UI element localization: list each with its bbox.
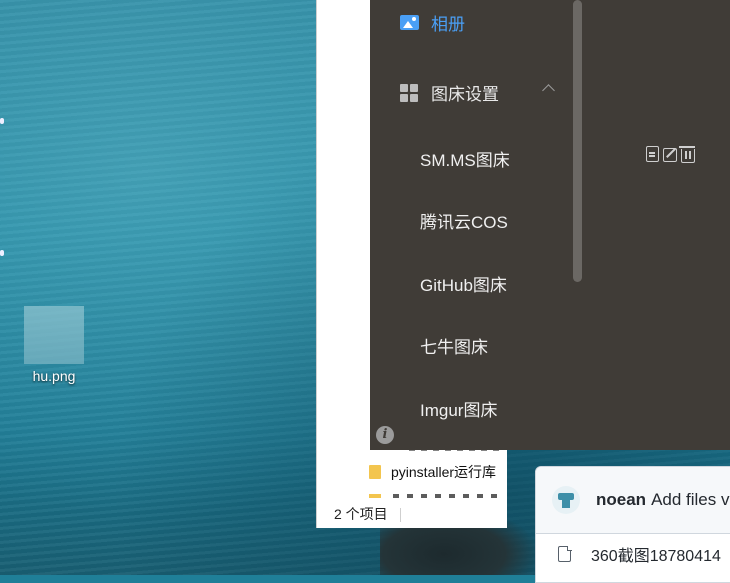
sidebar-item-label: Imgur图床 <box>420 401 498 420</box>
status-bar: 2 个项目 <box>317 500 507 528</box>
list-item[interactable]: pyinstaller运行库 <box>369 462 496 482</box>
file-name[interactable]: 360截图18780414 <box>591 542 721 566</box>
github-commit-panel: noean Add files v 360截图18780414 <box>535 466 730 583</box>
picgo-main-panel <box>584 0 730 450</box>
info-icon[interactable]: i <box>376 426 394 444</box>
folder-icon <box>369 494 381 498</box>
picbed-toolbar <box>646 146 695 163</box>
sidebar-item-label: 图床设置 <box>431 85 499 104</box>
avatar[interactable] <box>552 486 580 514</box>
status-divider <box>399 508 401 523</box>
picture-icon <box>400 15 419 30</box>
desktop-file-label: hu.png <box>32 368 76 384</box>
sidebar-item-label: GitHub图床 <box>420 276 507 295</box>
desktop-file-icon[interactable]: hu.png <box>14 306 94 384</box>
picgo-sidebar: 相册 图床设置 SM.MS图床 腾讯云COS GitHub图床 七牛图床 Img… <box>370 0 584 450</box>
folder-icon <box>369 465 381 479</box>
sidebar-item-label: 腾讯云COS <box>420 213 508 232</box>
document-icon[interactable] <box>646 146 659 162</box>
commit-author[interactable]: noean <box>596 490 646 510</box>
trash-icon[interactable] <box>679 146 695 163</box>
sidebar-item-label: 七牛图床 <box>420 338 488 357</box>
list-item-cutoff <box>393 494 503 498</box>
grid-icon <box>400 83 418 102</box>
desktop-edge-icon <box>0 118 4 124</box>
commit-message[interactable]: Add files v <box>651 490 729 510</box>
commit-header: noean Add files v <box>536 467 730 534</box>
sidebar-scrollbar-thumb[interactable] <box>573 0 582 282</box>
file-icon <box>558 545 572 562</box>
edit-icon[interactable] <box>663 148 677 162</box>
item-count: 2 个项目 <box>334 506 388 522</box>
desktop-edge-icon <box>0 250 4 256</box>
sidebar-item-label: 相册 <box>431 15 465 34</box>
sidebar-item-label: SM.MS图床 <box>420 151 510 170</box>
sidebar-item-picbed-settings[interactable]: 图床设置 <box>370 80 584 105</box>
image-thumbnail-icon <box>24 306 84 364</box>
sidebar-item-album[interactable]: 相册 <box>370 10 584 35</box>
chevron-up-icon[interactable] <box>542 84 555 97</box>
folder-name: pyinstaller运行库 <box>391 464 497 480</box>
file-row[interactable]: 360截图18780414 <box>536 534 730 574</box>
